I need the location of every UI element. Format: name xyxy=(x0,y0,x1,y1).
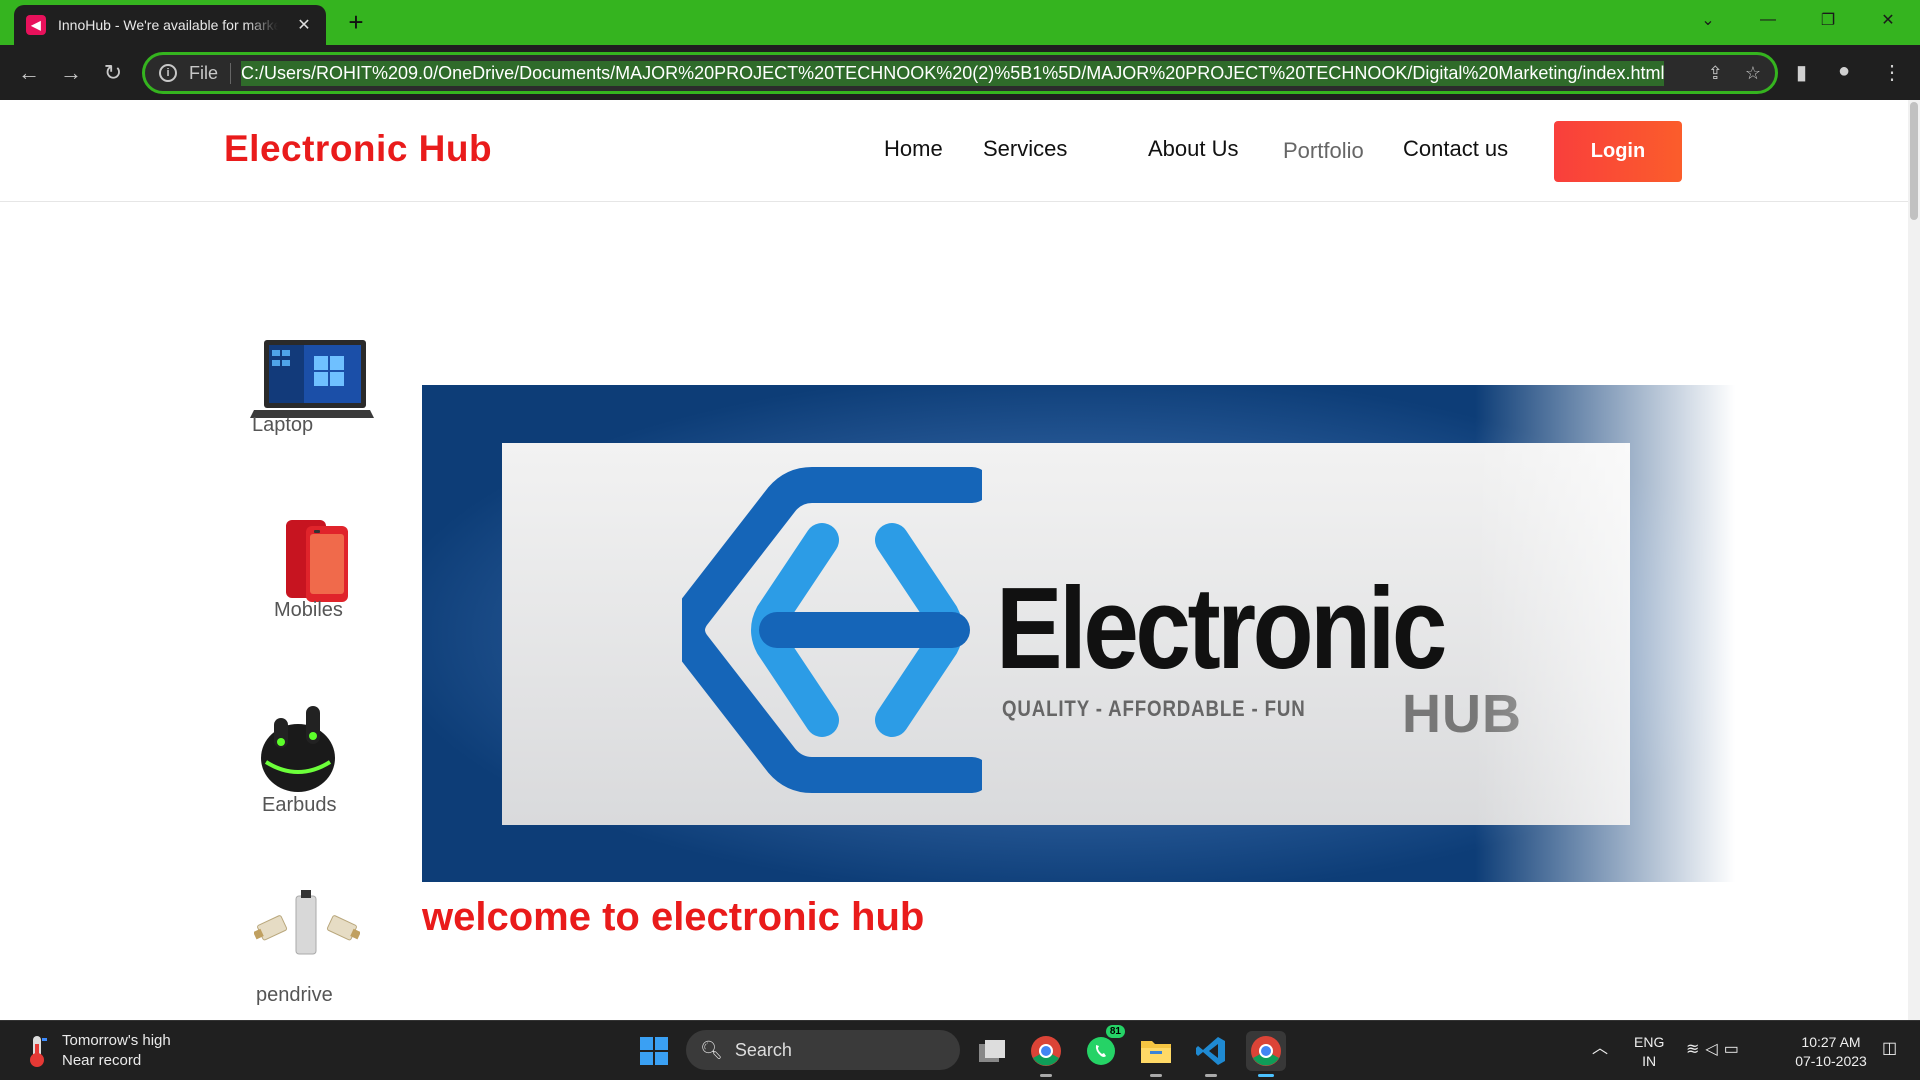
weather-line-1: Tomorrow's high xyxy=(62,1032,171,1049)
hero-banner: Electronic QUALITY - AFFORDABLE - FUN HU… xyxy=(422,385,1735,882)
earbuds-icon xyxy=(261,706,335,792)
site-brand[interactable]: Electronic Hub xyxy=(224,128,492,170)
web-page: Electronic Hub Home Services About Us Po… xyxy=(0,100,1908,1020)
banner-logo-card: Electronic QUALITY - AFFORDABLE - FUN HU… xyxy=(502,443,1630,825)
clock-date: 07-10-2023 xyxy=(1795,1053,1867,1069)
close-tab-icon[interactable]: ✕ xyxy=(294,15,314,35)
close-window-button[interactable]: ✕ xyxy=(1860,0,1916,40)
nav-about-us[interactable]: About Us xyxy=(1148,136,1239,162)
banner-logo-word: Electronic xyxy=(996,563,1447,693)
app-active-indicator xyxy=(1258,1074,1274,1077)
back-arrow-icon[interactable]: ← xyxy=(12,56,46,90)
forward-arrow-icon[interactable]: → xyxy=(54,56,88,90)
address-bar[interactable]: i File C:/Users/ROHIT%209.0/OneDrive/Doc… xyxy=(142,52,1778,94)
battery-icon: ▭ xyxy=(1723,1041,1745,1058)
notifications-bell-icon[interactable]: ◫ xyxy=(1882,1039,1897,1058)
whatsapp-notification-badge: 81 xyxy=(1105,1025,1125,1038)
browser-tab-strip: ◀ InnoHub - We're available for marketin… xyxy=(0,0,1920,45)
taskbar-chrome-1[interactable] xyxy=(1026,1031,1066,1077)
nav-portfolio[interactable]: Portfolio xyxy=(1283,138,1364,164)
task-view-icon xyxy=(979,1040,1005,1062)
taskbar-search-label: Search xyxy=(734,1039,792,1060)
url-text[interactable]: C:/Users/ROHIT%209.0/OneDrive/Documents/… xyxy=(241,60,1665,86)
weather-widget[interactable]: Tomorrow's high Near record xyxy=(26,1031,171,1071)
nav-contact-us[interactable]: Contact us xyxy=(1403,136,1508,162)
protocol-label: File xyxy=(189,62,232,84)
electronic-hub-logo-icon xyxy=(682,467,982,793)
site-header: Electronic Hub Home Services About Us Po… xyxy=(0,100,1908,202)
login-button[interactable]: Login xyxy=(1554,121,1682,182)
minimize-button[interactable]: — xyxy=(1740,0,1796,40)
megaphone-icon: ◀ xyxy=(26,15,46,35)
tab-title: InnoHub - We're available for marketing xyxy=(58,17,278,33)
banner-logo-hub: HUB xyxy=(1402,684,1522,744)
task-view-button[interactable] xyxy=(972,1031,1012,1071)
side-panel-icon[interactable]: ▮ xyxy=(1796,60,1807,85)
browser-toolbar: ← → ↻ i File C:/Users/ROHIT%209.0/OneDri… xyxy=(0,45,1920,100)
app-running-indicator xyxy=(1040,1074,1052,1077)
profile-icon[interactable]: ● xyxy=(1838,60,1850,83)
windows-logo-icon xyxy=(640,1037,668,1065)
menu-kebab-icon[interactable]: ⋮ xyxy=(1882,60,1902,85)
category-label-pendrive: pendrive xyxy=(256,984,333,1006)
language-line-2: IN xyxy=(1642,1053,1657,1069)
taskbar-chrome-2[interactable] xyxy=(1246,1031,1286,1077)
wifi-icon: ≋ xyxy=(1686,1041,1706,1058)
folder-icon xyxy=(1141,1041,1171,1063)
nav-services[interactable]: Services xyxy=(983,136,1067,162)
thermometer-icon xyxy=(30,1036,47,1067)
reload-icon[interactable]: ↻ xyxy=(96,56,130,90)
taskbar-search[interactable]: 🔍︎ Search xyxy=(686,1030,960,1070)
mobile-phone-icon xyxy=(286,520,348,602)
restore-button[interactable]: ❐ xyxy=(1800,0,1856,40)
taskbar-vscode[interactable] xyxy=(1191,1031,1231,1077)
show-hidden-icons-chevron-icon[interactable]: ︿ xyxy=(1592,1039,1608,1058)
new-tab-button[interactable]: + xyxy=(340,6,372,38)
share-icon[interactable]: ⇪ xyxy=(1708,63,1723,84)
nav-home[interactable]: Home xyxy=(884,136,943,162)
chrome-icon xyxy=(1251,1036,1281,1066)
info-icon[interactable]: i xyxy=(159,64,177,82)
taskbar-whatsapp[interactable]: 81 xyxy=(1081,1025,1125,1071)
welcome-heading: welcome to electronic hub xyxy=(422,895,925,939)
scrollbar-thumb[interactable] xyxy=(1910,102,1918,220)
laptop-icon xyxy=(250,340,374,418)
screen: ◀ InnoHub - We're available for marketin… xyxy=(0,0,1920,1080)
tab-search-chevron-icon[interactable]: ⌄ xyxy=(1680,0,1736,40)
speaker-icon: ◁ xyxy=(1705,1041,1724,1058)
language-line-1: ENG xyxy=(1634,1034,1665,1050)
windows-taskbar: Tomorrow's high Near record 🔍︎ Search 81… xyxy=(0,1020,1920,1080)
whatsapp-icon xyxy=(1087,1037,1115,1065)
start-button[interactable] xyxy=(634,1031,674,1071)
language-indicator[interactable]: ENG IN xyxy=(1634,1033,1664,1071)
vscode-icon xyxy=(1196,1037,1225,1065)
page-scrollbar[interactable] xyxy=(1908,100,1920,1020)
weather-line-2: Near record xyxy=(62,1052,142,1069)
bookmark-star-icon[interactable]: ☆ xyxy=(1745,63,1761,84)
banner-logo-tagline: QUALITY - AFFORDABLE - FUN xyxy=(1002,696,1306,721)
search-icon: 🔍︎ xyxy=(700,1039,723,1060)
browser-tab[interactable]: ◀ InnoHub - We're available for marketin… xyxy=(14,5,326,45)
app-running-indicator xyxy=(1150,1074,1162,1077)
clock[interactable]: 10:27 AM 07-10-2023 xyxy=(1786,1033,1876,1071)
app-running-indicator xyxy=(1205,1074,1217,1077)
category-label-laptop: Laptop xyxy=(252,414,314,436)
pendrive-icon xyxy=(254,890,360,955)
category-label-earbuds: Earbuds xyxy=(262,794,337,816)
clock-time: 10:27 AM xyxy=(1801,1034,1861,1050)
category-label-mobiles: Mobiles xyxy=(274,599,343,621)
system-tray-status[interactable]: ≋◁▭ xyxy=(1686,1040,1745,1059)
taskbar-file-explorer[interactable] xyxy=(1136,1031,1176,1077)
chrome-icon xyxy=(1031,1036,1061,1066)
